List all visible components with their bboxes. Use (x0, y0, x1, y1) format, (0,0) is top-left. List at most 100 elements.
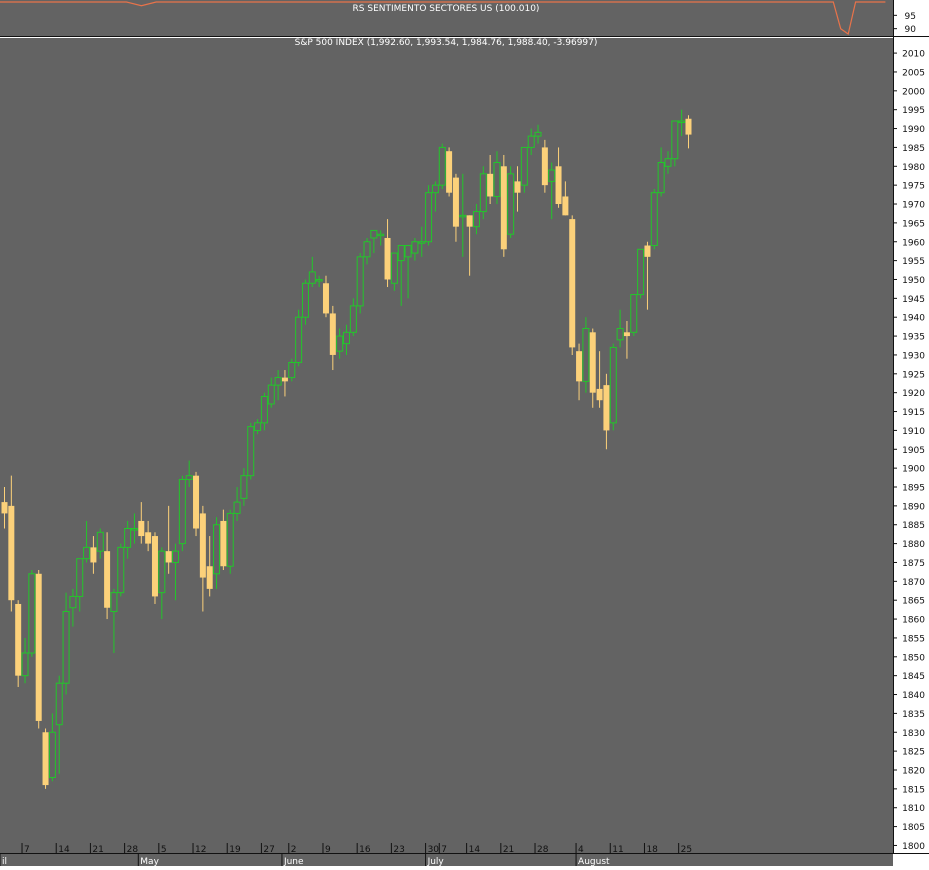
y-tick-label: 1890 (902, 502, 925, 512)
candle-body (500, 166, 507, 250)
x-day-label: 14 (58, 845, 70, 855)
y-tick-label: 1810 (902, 804, 925, 814)
candle-body (411, 241, 419, 254)
x-day-label: 21 (503, 845, 514, 855)
candle-body (117, 546, 125, 594)
candle-body (576, 351, 583, 382)
y-tick-label: 1820 (902, 766, 925, 776)
y-tick-label: 2000 (902, 87, 925, 97)
x-day-label: 9 (325, 845, 331, 855)
candle-body (603, 385, 610, 431)
candle-body (582, 328, 590, 382)
y-tick-label: 1880 (902, 540, 925, 550)
x-day-label: 23 (393, 845, 404, 855)
y-tick-label: 1865 (902, 597, 925, 607)
candle-body (616, 328, 624, 341)
candle-body (657, 162, 665, 194)
y-tick-label: 1980 (902, 163, 925, 173)
candle-body (247, 426, 255, 477)
candle-body (110, 592, 118, 613)
candle-body (76, 558, 84, 597)
candle-body (21, 652, 29, 677)
x-month-label: il (2, 857, 7, 866)
candle-body (466, 215, 473, 227)
y-tick-label: 1990 (902, 125, 925, 135)
candle-body (493, 162, 501, 197)
candle-body (438, 146, 446, 186)
y-tick-label: 2010 (902, 50, 925, 60)
y-tick-label: 1970 (902, 201, 925, 211)
candle-body (199, 513, 206, 578)
y-tick-label: 1960 (902, 238, 925, 248)
candle-body (35, 573, 42, 721)
chart-window: RS SENTIMENTO SECTORES US (100.010) 95 90… (0, 0, 929, 867)
candle-body (363, 241, 371, 258)
y-tick-label: 1900 (902, 465, 925, 475)
candle-body (185, 475, 193, 480)
candle-body (145, 532, 152, 544)
candle-body (274, 377, 282, 386)
candle-body (336, 335, 344, 352)
candle-body (431, 184, 439, 194)
x-day-label: 11 (612, 845, 623, 855)
candle-body (83, 546, 91, 560)
x-day-label: 12 (195, 845, 206, 855)
y-tick-label: 1850 (902, 653, 925, 663)
candle-body (48, 731, 56, 779)
candle-body (260, 395, 268, 424)
y-tick-label: 1935 (902, 333, 925, 343)
candle-body (42, 732, 49, 786)
y-tick-label: 1845 (902, 672, 925, 682)
candle-body (151, 536, 158, 597)
candle-body (158, 550, 166, 594)
candle-body (446, 151, 453, 193)
candle-body (130, 528, 138, 531)
candle-body (425, 192, 433, 243)
indicator-title: RS SENTIMENTO SECTORES US (100.010) (353, 4, 540, 14)
candle-body (671, 120, 679, 160)
y-tick-label: 1835 (902, 710, 925, 720)
candle-body (213, 524, 221, 575)
y-tick-label: 1930 (902, 351, 925, 361)
y-tick-label: 1985 (902, 144, 925, 154)
candle-body (1, 502, 8, 514)
candle-body (254, 422, 262, 431)
candle-body (637, 248, 645, 296)
candle-body (343, 331, 350, 345)
price-title: S&P 500 INDEX (1,992.60, 1,993.54, 1,984… (295, 38, 598, 48)
chart-canvas: RS SENTIMENTO SECTORES US (100.010) 9590… (0, 0, 929, 867)
candle-body (678, 120, 686, 124)
y-tick-label: 1910 (902, 427, 925, 437)
candle-body (28, 573, 36, 654)
y-tick-label: 1875 (902, 559, 925, 569)
candle-body (55, 682, 63, 726)
x-day-label: 28 (537, 845, 549, 855)
y-tick-label: 1965 (902, 219, 925, 229)
y-tick-label: 1805 (902, 823, 925, 833)
y-tick-label: 1925 (902, 370, 925, 380)
x-day-label: 21 (92, 845, 103, 855)
candle-body (397, 245, 405, 262)
x-day-label: 16 (359, 845, 371, 855)
candle-body (527, 135, 535, 148)
candle-body (315, 278, 323, 282)
candle-body (308, 271, 316, 284)
candle-body (514, 181, 521, 193)
indicator-y-tick-label: 95 (905, 12, 916, 22)
candle-body (390, 252, 398, 284)
candle-body (267, 384, 275, 405)
candle-body (644, 245, 651, 257)
y-tick-label: 1975 (902, 182, 925, 192)
candle-body (377, 233, 385, 237)
candle-body (370, 229, 378, 239)
y-tick-label: 1825 (902, 748, 925, 758)
candle-body (301, 282, 309, 318)
candle-body (623, 332, 630, 337)
candle-body (138, 520, 145, 537)
candle-body (520, 146, 528, 186)
candle-body (349, 305, 357, 333)
candle-body (507, 173, 515, 235)
candle-body (172, 550, 179, 563)
y-tick-label: 1955 (902, 257, 925, 267)
candle-body (650, 192, 658, 247)
